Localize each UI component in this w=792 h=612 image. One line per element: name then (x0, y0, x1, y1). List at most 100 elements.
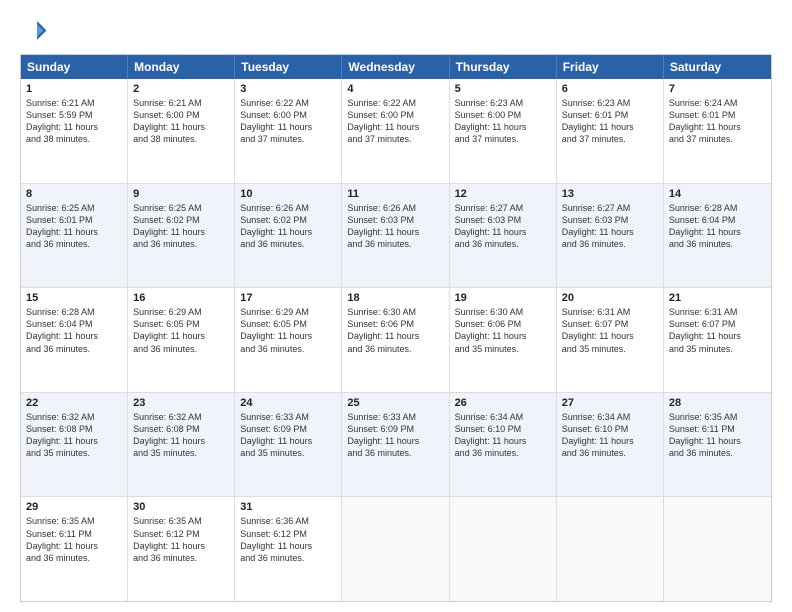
cell-info-line: Sunrise: 6:22 AM (347, 97, 443, 109)
cell-info-line: Sunset: 6:09 PM (240, 423, 336, 435)
cell-info-line: Daylight: 11 hours (669, 435, 766, 447)
cell-info-line: Daylight: 11 hours (26, 330, 122, 342)
calendar-cell (664, 497, 771, 601)
cell-info-line: Sunset: 6:12 PM (240, 528, 336, 540)
cell-info-line: Sunset: 6:08 PM (26, 423, 122, 435)
cell-info-line: Sunset: 6:03 PM (562, 214, 658, 226)
cell-info-line: Sunset: 6:06 PM (455, 318, 551, 330)
cell-info-line: Sunrise: 6:31 AM (562, 306, 658, 318)
cell-info-line: Sunset: 6:01 PM (669, 109, 766, 121)
day-number: 15 (26, 292, 122, 304)
day-header-thursday: Thursday (450, 55, 557, 79)
cell-info-line: Sunrise: 6:32 AM (133, 411, 229, 423)
calendar-cell: 10Sunrise: 6:26 AMSunset: 6:02 PMDayligh… (235, 184, 342, 288)
cell-info-line: Sunset: 6:02 PM (240, 214, 336, 226)
day-number: 25 (347, 397, 443, 409)
day-number: 14 (669, 188, 766, 200)
calendar-cell: 27Sunrise: 6:34 AMSunset: 6:10 PMDayligh… (557, 393, 664, 497)
cell-info-line: and 37 minutes. (240, 133, 336, 145)
cell-info-line: Daylight: 11 hours (133, 435, 229, 447)
calendar-cell: 9Sunrise: 6:25 AMSunset: 6:02 PMDaylight… (128, 184, 235, 288)
calendar-cell: 18Sunrise: 6:30 AMSunset: 6:06 PMDayligh… (342, 288, 449, 392)
calendar-cell: 17Sunrise: 6:29 AMSunset: 6:05 PMDayligh… (235, 288, 342, 392)
cell-info-line: Daylight: 11 hours (133, 121, 229, 133)
calendar-cell: 20Sunrise: 6:31 AMSunset: 6:07 PMDayligh… (557, 288, 664, 392)
cell-info-line: Daylight: 11 hours (133, 330, 229, 342)
cell-info-line: Sunrise: 6:26 AM (240, 202, 336, 214)
cell-info-line: and 36 minutes. (347, 238, 443, 250)
day-number: 11 (347, 188, 443, 200)
day-number: 13 (562, 188, 658, 200)
calendar-cell: 8Sunrise: 6:25 AMSunset: 6:01 PMDaylight… (21, 184, 128, 288)
cell-info-line: Daylight: 11 hours (347, 226, 443, 238)
logo-icon (20, 18, 48, 46)
cell-info-line: Daylight: 11 hours (455, 226, 551, 238)
cell-info-line: Daylight: 11 hours (133, 226, 229, 238)
cell-info-line: and 35 minutes. (669, 343, 766, 355)
calendar-cell: 2Sunrise: 6:21 AMSunset: 6:00 PMDaylight… (128, 79, 235, 183)
calendar-cell (450, 497, 557, 601)
calendar-week-3: 15Sunrise: 6:28 AMSunset: 6:04 PMDayligh… (21, 287, 771, 392)
day-header-saturday: Saturday (664, 55, 771, 79)
day-header-friday: Friday (557, 55, 664, 79)
cell-info-line: and 36 minutes. (240, 552, 336, 564)
day-number: 29 (26, 501, 122, 513)
cell-info-line: Daylight: 11 hours (669, 226, 766, 238)
cell-info-line: and 36 minutes. (347, 447, 443, 459)
day-header-wednesday: Wednesday (342, 55, 449, 79)
cell-info-line: Daylight: 11 hours (26, 226, 122, 238)
day-number: 4 (347, 83, 443, 95)
calendar-cell: 16Sunrise: 6:29 AMSunset: 6:05 PMDayligh… (128, 288, 235, 392)
cell-info-line: Daylight: 11 hours (669, 330, 766, 342)
day-number: 22 (26, 397, 122, 409)
day-number: 2 (133, 83, 229, 95)
cell-info-line: Daylight: 11 hours (669, 121, 766, 133)
cell-info-line: and 37 minutes. (347, 133, 443, 145)
day-number: 7 (669, 83, 766, 95)
cell-info-line: Daylight: 11 hours (347, 121, 443, 133)
cell-info-line: Sunrise: 6:35 AM (669, 411, 766, 423)
calendar-header: SundayMondayTuesdayWednesdayThursdayFrid… (21, 55, 771, 79)
calendar-body: 1Sunrise: 6:21 AMSunset: 5:59 PMDaylight… (21, 79, 771, 601)
cell-info-line: Daylight: 11 hours (562, 121, 658, 133)
cell-info-line: Daylight: 11 hours (347, 435, 443, 447)
cell-info-line: Daylight: 11 hours (240, 226, 336, 238)
logo (20, 18, 52, 46)
cell-info-line: Sunset: 6:01 PM (562, 109, 658, 121)
day-number: 3 (240, 83, 336, 95)
cell-info-line: Sunset: 6:07 PM (669, 318, 766, 330)
calendar-cell: 13Sunrise: 6:27 AMSunset: 6:03 PMDayligh… (557, 184, 664, 288)
cell-info-line: Daylight: 11 hours (240, 330, 336, 342)
cell-info-line: Sunset: 6:06 PM (347, 318, 443, 330)
cell-info-line: Sunrise: 6:35 AM (26, 515, 122, 527)
cell-info-line: Sunset: 6:08 PM (133, 423, 229, 435)
cell-info-line: Daylight: 11 hours (347, 330, 443, 342)
cell-info-line: Sunrise: 6:34 AM (562, 411, 658, 423)
cell-info-line: and 36 minutes. (455, 447, 551, 459)
cell-info-line: and 35 minutes. (455, 343, 551, 355)
cell-info-line: Sunset: 6:04 PM (669, 214, 766, 226)
calendar-cell: 7Sunrise: 6:24 AMSunset: 6:01 PMDaylight… (664, 79, 771, 183)
day-number: 20 (562, 292, 658, 304)
cell-info-line: and 36 minutes. (133, 343, 229, 355)
cell-info-line: Sunset: 6:11 PM (26, 528, 122, 540)
cell-info-line: Sunset: 6:10 PM (455, 423, 551, 435)
calendar-cell (557, 497, 664, 601)
cell-info-line: Daylight: 11 hours (455, 330, 551, 342)
day-number: 24 (240, 397, 336, 409)
day-number: 8 (26, 188, 122, 200)
calendar-cell: 6Sunrise: 6:23 AMSunset: 6:01 PMDaylight… (557, 79, 664, 183)
cell-info-line: Sunset: 6:00 PM (240, 109, 336, 121)
cell-info-line: and 38 minutes. (26, 133, 122, 145)
cell-info-line: and 36 minutes. (240, 238, 336, 250)
cell-info-line: Daylight: 11 hours (240, 435, 336, 447)
day-number: 16 (133, 292, 229, 304)
cell-info-line: Sunrise: 6:25 AM (133, 202, 229, 214)
cell-info-line: and 36 minutes. (133, 552, 229, 564)
day-number: 31 (240, 501, 336, 513)
cell-info-line: and 36 minutes. (669, 238, 766, 250)
cell-info-line: and 36 minutes. (347, 343, 443, 355)
cell-info-line: Sunset: 6:02 PM (133, 214, 229, 226)
cell-info-line: and 36 minutes. (455, 238, 551, 250)
day-number: 28 (669, 397, 766, 409)
